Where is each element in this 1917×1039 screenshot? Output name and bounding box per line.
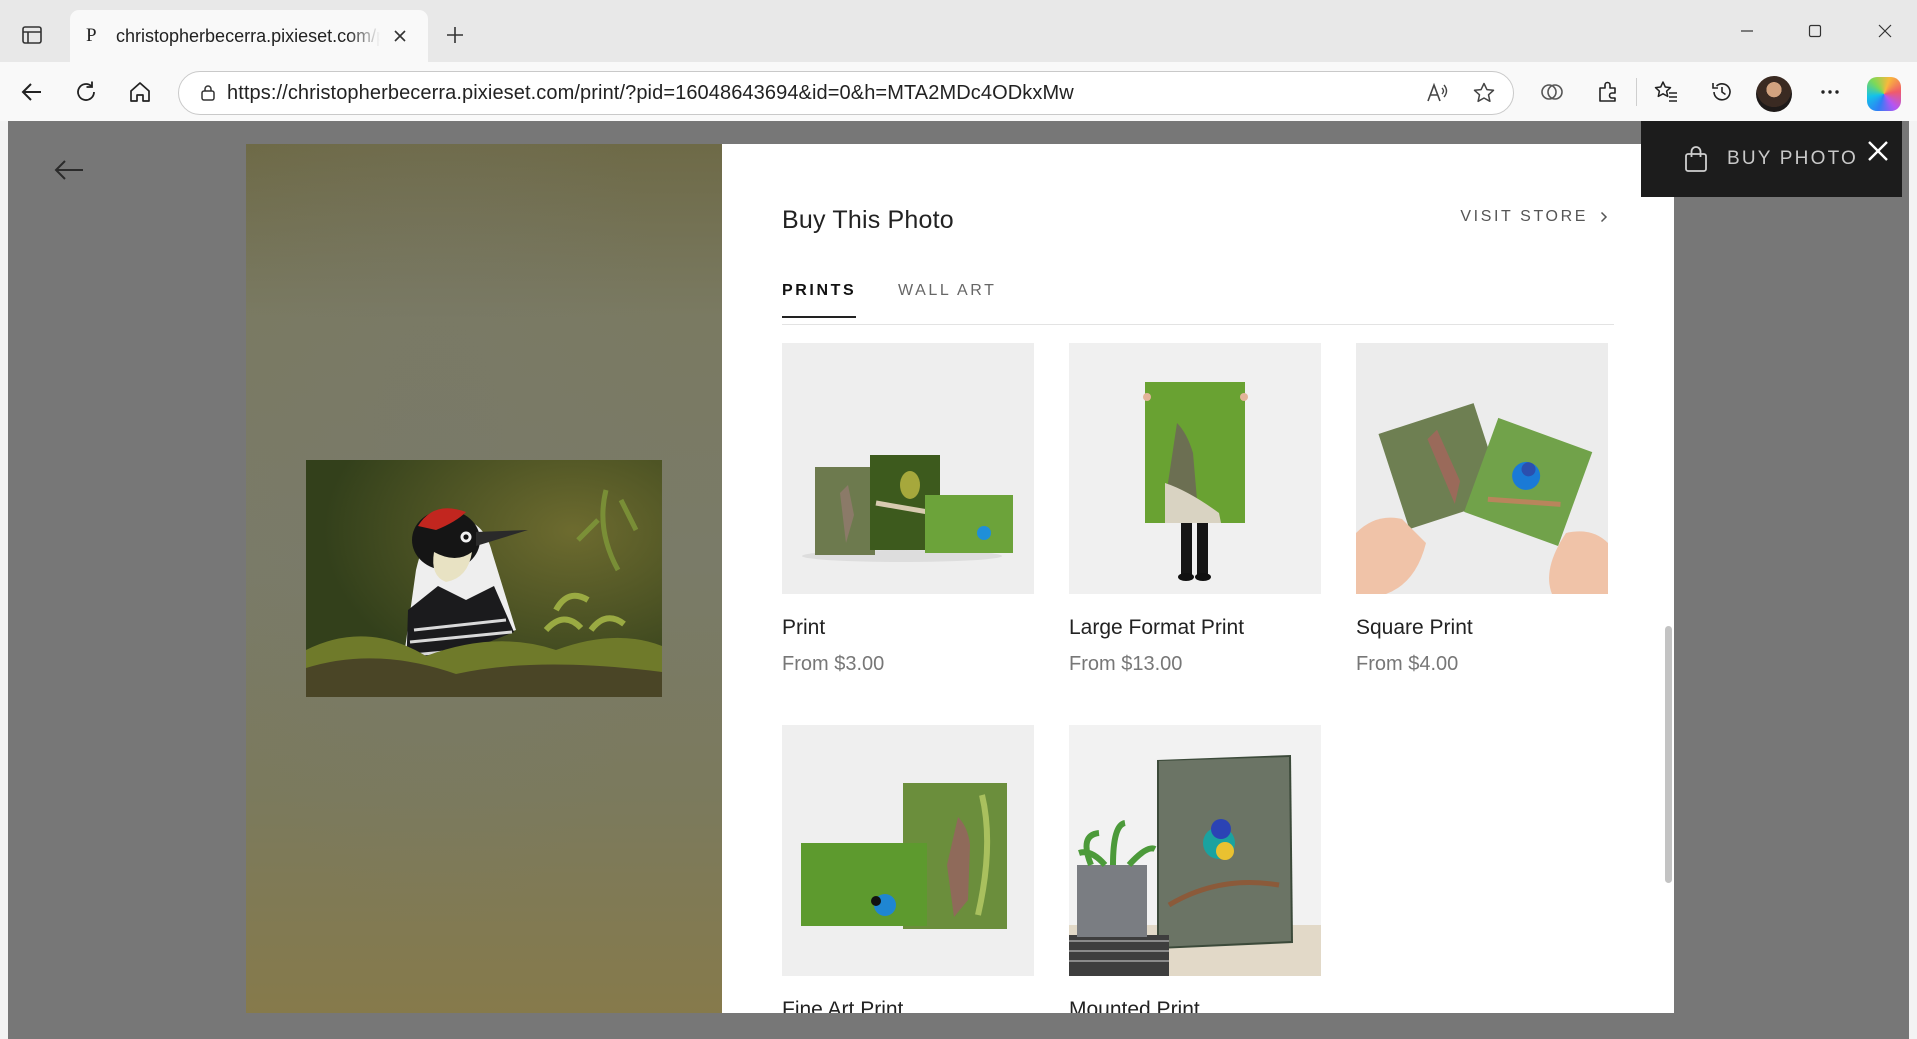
- tab-strip: P christopherbecerra.pixieset.com/print/…: [0, 0, 1917, 62]
- modal-scrollbar-thumb[interactable]: [1665, 626, 1672, 883]
- tab-prints[interactable]: PRINTS: [782, 282, 857, 318]
- history-button[interactable]: [1702, 72, 1742, 112]
- square-print-mockup-image: [1356, 343, 1608, 594]
- product-name: Mounted Print: [1069, 998, 1200, 1013]
- arrow-left-icon: [54, 160, 83, 180]
- product-price: From $3.00: [782, 653, 885, 675]
- favorites-icon: [1654, 81, 1677, 102]
- back-icon: [21, 83, 41, 101]
- product-thumb[interactable]: [782, 725, 1034, 976]
- site-info-icon: [201, 85, 215, 101]
- shopping-bag-icon: [1683, 145, 1709, 173]
- tab-wall-art[interactable]: WALL ART: [898, 282, 996, 316]
- product-price: From $4.00: [1356, 653, 1459, 675]
- product-name: Square Print: [1356, 616, 1473, 639]
- chevron-right-icon: [1600, 211, 1608, 223]
- plus-icon: [447, 27, 463, 43]
- read-aloud-button[interactable]: [1415, 73, 1461, 113]
- favorites-button[interactable]: [1646, 72, 1686, 112]
- read-aloud-icon: [1427, 82, 1448, 102]
- profile-avatar[interactable]: [1756, 76, 1792, 112]
- copilot-vision-button[interactable]: [1532, 72, 1572, 112]
- refresh-button[interactable]: [66, 72, 106, 112]
- close-icon: [1878, 24, 1892, 38]
- favorite-star-icon: [1473, 82, 1495, 103]
- extensions-icon: [1599, 81, 1616, 102]
- minimize-icon: [1741, 30, 1753, 32]
- site-info-button[interactable]: [189, 83, 227, 103]
- visit-store-label: VISIT STORE: [1460, 208, 1588, 225]
- address-bar[interactable]: https://christopherbecerra.pixieset.com/…: [178, 71, 1514, 115]
- history-icon: [1712, 83, 1731, 101]
- toolbar-divider: [1636, 78, 1637, 106]
- pixieset-favicon: P: [86, 25, 97, 46]
- product-card-mounted-print[interactable]: Mounted Print: [1069, 725, 1321, 1013]
- product-name: Print: [782, 616, 826, 639]
- product-tabs: PRINTS WALL ART: [782, 282, 1614, 325]
- product-card-fine-art-print[interactable]: Fine Art Print: [782, 725, 1034, 1013]
- lightbox-page: Buy This Photo VISIT STORE PRINTS WALL A…: [8, 121, 1909, 1039]
- minimize-button[interactable]: [1722, 12, 1772, 50]
- tab-title: christopherbecerra.pixieset.com/print/?p…: [116, 25, 380, 46]
- mounted-print-mockup-image: [1069, 725, 1321, 976]
- home-icon: [130, 82, 150, 102]
- buy-photo-modal: Buy This Photo VISIT STORE PRINTS WALL A…: [722, 144, 1674, 1013]
- buy-photo-label: BUY PHOTO: [1727, 148, 1859, 169]
- photo-backdrop: [246, 144, 722, 1013]
- url-text[interactable]: https://christopherbecerra.pixieset.com/…: [227, 82, 1415, 105]
- woodpecker-photo[interactable]: [306, 460, 662, 697]
- modal-title: Buy This Photo: [782, 206, 954, 234]
- product-thumb[interactable]: [1069, 725, 1321, 976]
- extensions-button[interactable]: [1588, 72, 1628, 112]
- product-thumb[interactable]: [1356, 343, 1608, 594]
- close-icon: [1868, 141, 1888, 161]
- product-thumb[interactable]: [782, 343, 1034, 594]
- refresh-icon: [77, 81, 95, 101]
- print-mockup-image: [782, 343, 1034, 594]
- sidebar-icon: [22, 26, 42, 44]
- back-button[interactable]: [12, 72, 52, 112]
- more-icon: [1821, 90, 1839, 94]
- product-card-square-print[interactable]: Square Print From $4.00: [1356, 343, 1608, 676]
- product-name: Large Format Print: [1069, 616, 1245, 639]
- browser-tab[interactable]: P christopherbecerra.pixieset.com/print/…: [70, 10, 428, 62]
- gallery-back-button[interactable]: [48, 149, 90, 191]
- more-options-button[interactable]: [1810, 72, 1850, 112]
- browser-toolbar: https://christopherbecerra.pixieset.com/…: [0, 62, 1917, 121]
- favorite-button[interactable]: [1461, 73, 1507, 113]
- product-card-large-format-print[interactable]: Large Format Print From $13.00: [1069, 343, 1321, 676]
- sidebar-toggle-button[interactable]: [14, 18, 50, 52]
- window-close-button[interactable]: [1860, 12, 1910, 50]
- copilot-icon: [1541, 84, 1563, 100]
- product-thumb[interactable]: [1069, 343, 1321, 594]
- product-price: From $13.00: [1069, 653, 1183, 675]
- product-name: Fine Art Print: [782, 998, 904, 1013]
- bird-image: [306, 460, 662, 697]
- tab-close-button[interactable]: [386, 22, 414, 50]
- close-modal-button[interactable]: [1862, 135, 1894, 167]
- home-button[interactable]: [120, 72, 160, 112]
- maximize-button[interactable]: [1790, 12, 1840, 50]
- visit-store-link[interactable]: VISIT STORE: [1460, 208, 1608, 226]
- large-format-mockup-image: [1069, 343, 1321, 594]
- maximize-icon: [1808, 24, 1822, 38]
- copilot-button[interactable]: [1867, 77, 1901, 111]
- product-card-print[interactable]: Print From $3.00: [782, 343, 1034, 676]
- new-tab-button[interactable]: [438, 18, 472, 52]
- fine-art-mockup-image: [782, 725, 1034, 976]
- close-icon: [394, 30, 406, 42]
